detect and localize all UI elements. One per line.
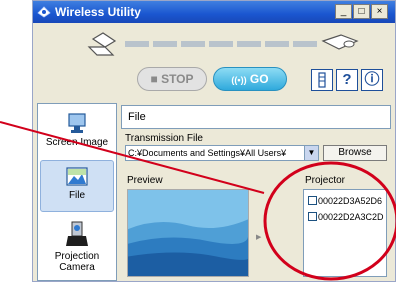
list-item[interactable]: 00022D3A52D6 (308, 196, 382, 206)
wireless-utility-window: Wireless Utility _ □ × ■ STOP ((•)) GO ?… (32, 0, 396, 282)
projector-checkbox[interactable] (308, 212, 317, 221)
mode-sidebar: Screen Image File Projection Camera (37, 103, 117, 281)
preview-label: Preview (127, 175, 163, 186)
projector-list: 00022D3A52D6 00022D2A3C2D (303, 189, 387, 277)
camera-icon (66, 221, 88, 246)
wireless-icon: ((•)) (231, 75, 247, 85)
chevron-down-icon[interactable]: ▼ (304, 146, 318, 160)
transmission-file-label: Transmission File (125, 133, 203, 144)
laptop-icon (87, 32, 117, 56)
maximize-button[interactable]: □ (353, 4, 370, 19)
expand-arrow-icon: ▶ (256, 234, 262, 241)
help-button[interactable]: ? (336, 69, 358, 91)
panel-header: File (121, 105, 391, 129)
projector-label: Projector (305, 175, 346, 186)
title-bar[interactable]: Wireless Utility _ □ × (33, 1, 395, 23)
go-button[interactable]: ((•)) GO (213, 67, 287, 91)
info-button[interactable]: ⓘ (361, 69, 383, 91)
vertical-bar-icon (318, 72, 326, 88)
file-path-combo[interactable]: C:¥Documents and Settings¥All Users¥ ▼ (125, 145, 319, 161)
bar-button[interactable] (311, 69, 333, 91)
stop-icon: ■ (150, 72, 162, 86)
stop-button[interactable]: ■ STOP (137, 67, 207, 91)
transfer-progress-icon (125, 41, 317, 47)
main-panel: File Transmission File C:¥Documents and … (121, 105, 391, 279)
minimize-button[interactable]: _ (335, 4, 352, 19)
projector-checkbox[interactable] (308, 196, 317, 205)
sidebar-item-file[interactable]: File (40, 160, 114, 212)
sidebar-item-projection-camera[interactable]: Projection Camera (40, 220, 114, 273)
browse-button[interactable]: Browse (323, 145, 387, 161)
close-button[interactable]: × (371, 4, 388, 19)
projector-icon (321, 34, 359, 50)
app-icon (37, 6, 51, 18)
sidebar-item-screen-image[interactable]: Screen Image (40, 110, 114, 148)
preview-image (127, 189, 249, 277)
window-title: Wireless Utility (55, 5, 141, 19)
screen-image-icon (68, 113, 86, 133)
connection-graphic (87, 32, 359, 56)
list-item[interactable]: 00022D2A3C2D (308, 212, 384, 222)
file-icon (66, 167, 88, 186)
